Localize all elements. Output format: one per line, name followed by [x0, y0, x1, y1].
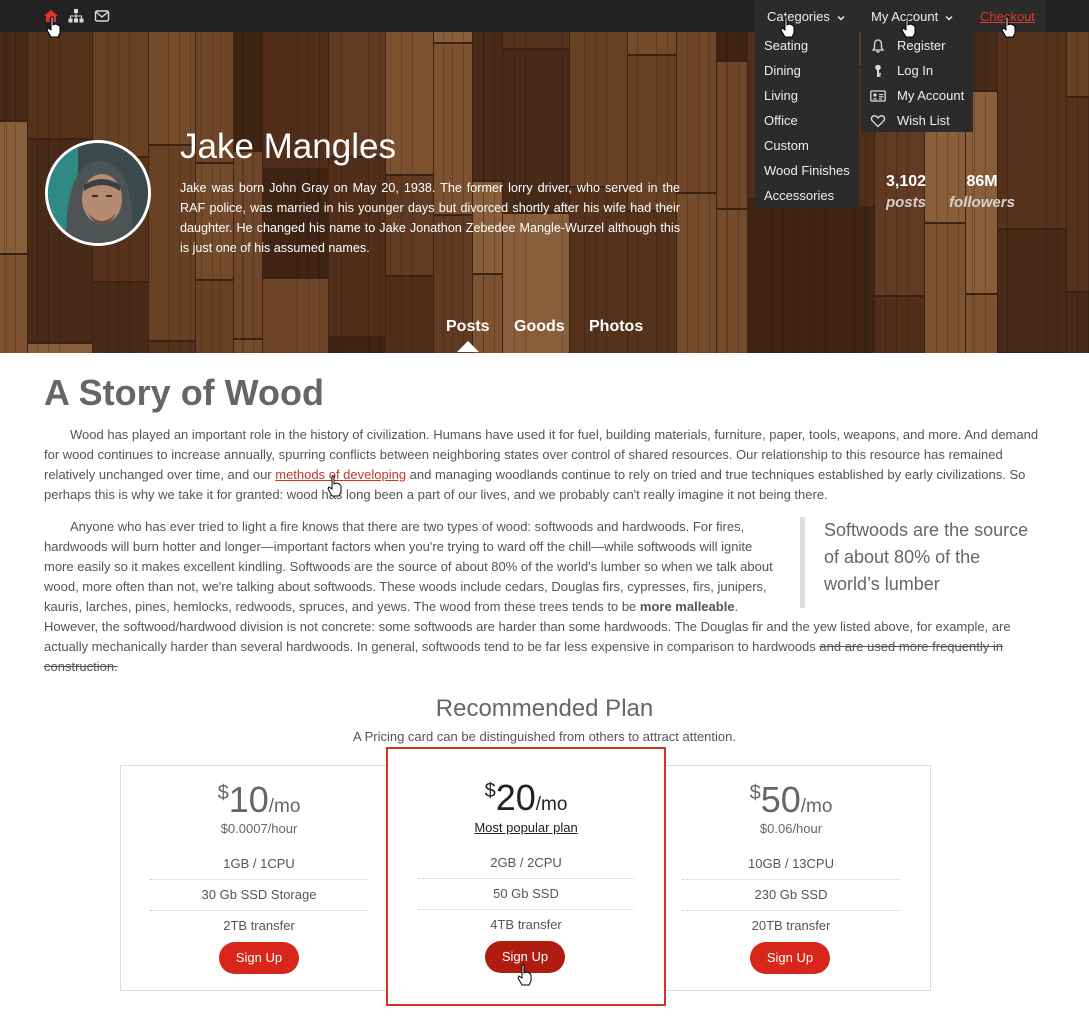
plan-hourly-rate: $0.06/hour [759, 821, 823, 836]
avatar [45, 140, 151, 246]
plan-feature: 1GB / 1CPU [223, 856, 295, 871]
profile-name: Jake Mangles [180, 127, 396, 166]
bell-icon [871, 39, 885, 53]
plan-feature: 230 Gb SSD [754, 887, 828, 902]
category-item-living[interactable]: Living [764, 88, 798, 103]
plan-feature: 4TB transfer [490, 917, 562, 932]
article-title: A Story of Wood [44, 372, 324, 413]
pricing-subtitle: A Pricing card can be distinguished from… [353, 729, 736, 744]
tab-photos[interactable]: Photos [589, 318, 643, 336]
feature-divider [150, 879, 368, 880]
hand-cursor-icon [901, 16, 916, 38]
tab-goods[interactable]: Goods [514, 318, 565, 336]
account-item-register[interactable]: Register [870, 38, 970, 54]
category-item-accessories[interactable]: Accessories [764, 188, 834, 203]
price-period: /mo [268, 796, 301, 817]
heart-icon [870, 115, 886, 128]
my-account-item-label: My Account [897, 88, 965, 103]
active-tab-indicator [457, 341, 479, 352]
hand-cursor-icon [517, 964, 532, 986]
category-item-office[interactable]: Office [764, 113, 798, 128]
plan-feature: 30 Gb SSD Storage [201, 887, 317, 902]
plan-feature: 10GB / 13CPU [748, 856, 834, 871]
account-item-my-account[interactable]: My Account [870, 88, 970, 104]
feature-divider [418, 909, 634, 910]
tab-posts[interactable]: Posts [446, 318, 490, 336]
category-item-custom[interactable]: Custom [764, 138, 809, 153]
hand-cursor-icon [327, 475, 342, 497]
price-amount: 20 [495, 777, 536, 818]
category-item-seating[interactable]: Seating [764, 38, 808, 53]
plan-price: $20/mo [388, 777, 664, 819]
top-navbar: Categories My Account Checkout [0, 0, 1089, 32]
account-item-wish-list[interactable]: Wish List [870, 113, 970, 129]
currency-symbol: $ [217, 782, 229, 804]
account-dropdown: Register Log In My Account Wish List [861, 32, 973, 132]
pricing-card-pro: $50/mo $0.06/hour 10GB / 13CPU 230 Gb SS… [652, 765, 930, 991]
plan-price: $10/mo [120, 779, 398, 821]
plan-feature: 2TB transfer [223, 918, 295, 933]
chevron-down-icon [837, 15, 844, 21]
envelope-icon[interactable] [94, 8, 110, 24]
hand-cursor-icon [46, 16, 61, 38]
id-card-icon [870, 90, 886, 102]
feature-divider [150, 910, 368, 911]
sitemap-icon[interactable] [68, 8, 84, 24]
most-popular-link[interactable]: Most popular plan [474, 820, 577, 835]
sign-up-button[interactable]: Sign Up [219, 942, 299, 974]
register-label: Register [897, 38, 946, 53]
more-malleable-emphasis: more malleable [639, 599, 735, 614]
feature-divider [682, 910, 900, 911]
plan-feature: 50 Gb SSD [493, 886, 559, 901]
posts-label: posts [885, 194, 926, 211]
price-amount: 50 [760, 779, 801, 820]
currency-symbol: $ [484, 780, 496, 802]
most-popular-label: Most popular plan [388, 820, 664, 835]
key-icon [875, 64, 881, 77]
login-label: Log In [897, 63, 934, 78]
categories-menu-toggle[interactable]: Categories [767, 9, 846, 24]
categories-label: Categories [767, 9, 830, 24]
plan-feature: 2GB / 2CPU [490, 855, 562, 870]
category-item-dining[interactable]: Dining [764, 63, 801, 78]
hand-cursor-icon [1001, 16, 1016, 38]
feature-divider [682, 879, 900, 880]
chevron-down-icon [945, 15, 953, 21]
hand-cursor-icon [780, 16, 795, 38]
pricing-title: Recommended Plan [435, 695, 654, 722]
price-amount: 10 [228, 779, 269, 820]
followers-count: 86M [966, 173, 998, 190]
feature-divider [418, 878, 634, 879]
pullquote: Softwoods are the source of about 80% of… [800, 517, 1040, 608]
followers-label: followers [949, 194, 1015, 211]
wish-list-label: Wish List [897, 113, 950, 128]
plan-price: $50/mo [652, 779, 930, 821]
currency-symbol: $ [749, 782, 761, 804]
categories-dropdown: Seating Dining Living Office Custom Wood… [755, 32, 859, 208]
category-item-wood-finishes[interactable]: Wood Finishes [764, 163, 850, 178]
posts-count: 3,102 [885, 173, 927, 190]
account-item-login[interactable]: Log In [870, 63, 970, 79]
pricing-card-basic: $10/mo $0.0007/hour 1GB / 1CPU 30 Gb SSD… [120, 765, 398, 991]
sign-up-button[interactable]: Sign Up [750, 942, 830, 974]
profile-photo [48, 143, 148, 243]
plan-feature: 20TB transfer [751, 918, 831, 933]
price-period: /mo [800, 796, 833, 817]
profile-bio: Jake was born John Gray on May 20, 1938.… [180, 181, 680, 255]
article-paragraph-1: Wood has played an important role in the… [44, 425, 1044, 505]
price-period: /mo [535, 794, 568, 815]
plan-hourly-rate: $0.0007/hour [220, 821, 298, 836]
